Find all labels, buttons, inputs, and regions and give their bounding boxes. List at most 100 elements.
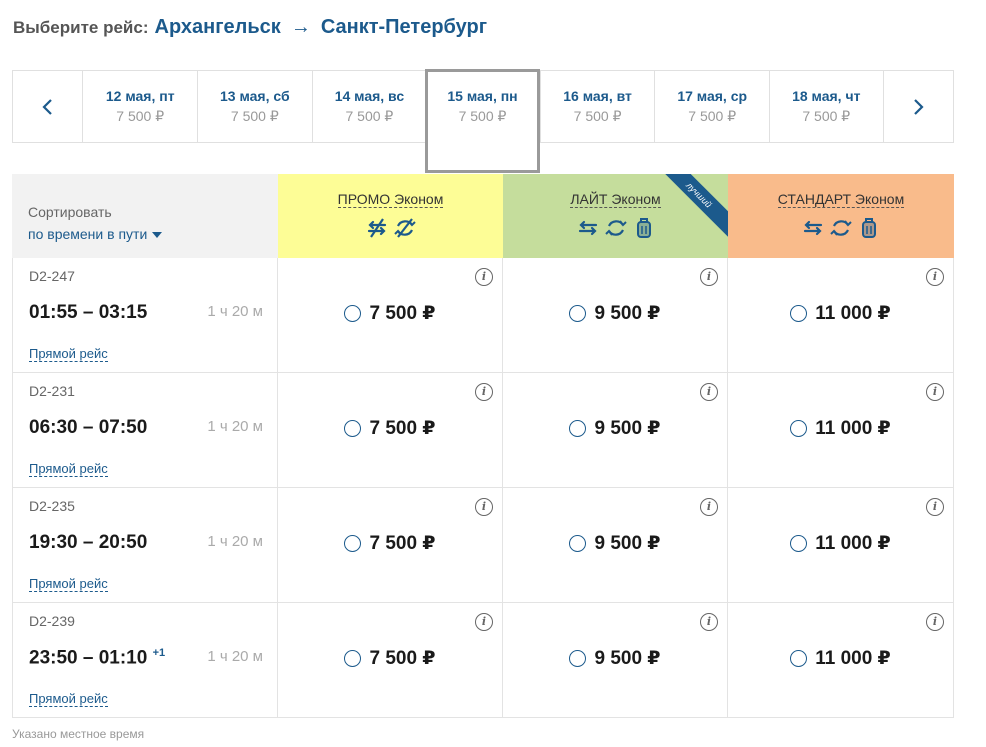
radio-button[interactable] [344,535,362,552]
origin-city: Архангельск [154,16,281,38]
date-option[interactable]: 18 мая, чт 7 500 ₽ [768,71,884,142]
date-label: 18 мая, чт [792,88,861,104]
fare-option[interactable]: 11 000 ₽ [728,647,953,670]
flight-duration: 1 ч 20 м [207,418,263,435]
flight-time: 23:50 – 01:10 +1 [29,647,165,669]
fare-price-cell[interactable]: i 9 500 ₽ [503,258,728,373]
fare-price: 7 500 ₽ [369,648,436,669]
refund-icon [604,220,627,236]
date-option[interactable]: 13 мая, сб 7 500 ₽ [197,71,312,142]
fare-price-cell[interactable]: i 11 000 ₽ [728,603,954,718]
fare-price: 9 500 ₽ [594,533,661,554]
radio-button[interactable] [569,650,587,667]
fare-option[interactable]: 7 500 ₽ [278,302,502,325]
radio-button[interactable] [569,305,587,322]
info-icon[interactable]: i [926,498,944,516]
fare-price: 11 000 ₽ [815,303,891,324]
footnote: Указано местное время [12,727,145,741]
direct-flight-link[interactable]: Прямой рейс [29,461,108,477]
date-option[interactable]: 12 мая, пт 7 500 ₽ [82,71,197,142]
fare-option[interactable]: 11 000 ₽ [728,417,953,440]
fare-option[interactable]: 9 500 ₽ [503,417,727,440]
flight-number: D2-235 [29,498,75,514]
fare-price-cell[interactable]: i 9 500 ₽ [503,373,728,488]
fare-price-cell[interactable]: i 11 000 ₽ [728,258,954,373]
fare-price-cell[interactable]: i 11 000 ₽ [728,488,954,603]
caret-down-icon [152,232,163,239]
fare-price: 9 500 ₽ [594,648,661,669]
radio-button[interactable] [569,420,587,437]
fare-option[interactable]: 11 000 ₽ [728,302,953,325]
fare-price-cell[interactable]: i 7 500 ₽ [278,603,503,718]
date-option[interactable]: 16 мая, вт 7 500 ₽ [539,71,655,142]
flight-info: D2-247 01:55 – 03:15 1 ч 20 м Прямой рейс [12,258,278,373]
flight-time-range: 19:30 – 20:50 [29,532,148,553]
radio-button[interactable] [344,305,362,322]
flight-duration: 1 ч 20 м [207,303,263,320]
radio-button[interactable] [790,420,808,437]
fare-price-cell[interactable]: i 9 500 ₽ [503,603,728,718]
date-option[interactable]: 17 мая, ср 7 500 ₽ [654,71,769,142]
flight-time-range: 23:50 – 01:10 [29,647,148,669]
date-price: 7 500 ₽ [688,108,737,124]
next-dates-button[interactable] [884,71,953,142]
direct-flight-link[interactable]: Прямой рейс [29,691,108,707]
date-label: 13 мая, сб [220,88,290,104]
info-icon[interactable]: i [926,268,944,286]
date-label: 17 мая, ср [677,88,748,104]
prev-dates-button[interactable] [13,71,82,142]
date-label: 12 мая, пт [105,88,175,104]
info-icon[interactable]: i [700,613,718,631]
radio-button[interactable] [790,650,808,667]
radio-button[interactable] [790,535,808,552]
info-icon[interactable]: i [926,383,944,401]
date-label: 16 мая, вт [563,88,632,104]
baggage-icon [862,218,876,238]
flight-row: D2-247 01:55 – 03:15 1 ч 20 м Прямой рейс i 7… [12,258,954,373]
fare-option[interactable]: 7 500 ₽ [278,647,502,670]
fare-option[interactable]: 9 500 ₽ [503,647,727,670]
flight-time-range: 06:30 – 07:50 [29,417,148,438]
direct-flight-link[interactable]: Прямой рейс [29,576,108,592]
fare-price: 7 500 ₽ [369,533,436,554]
info-icon[interactable]: i [475,613,493,631]
info-icon[interactable]: i [475,498,493,516]
fare-option[interactable]: 9 500 ₽ [503,532,727,555]
route-arrow: → [290,16,311,38]
fare-price-cell[interactable]: i 9 500 ₽ [503,488,728,603]
fare-price-cell[interactable]: i 7 500 ₽ [278,488,503,603]
fare-name-link[interactable]: ЛАЙТ Эконом [570,191,661,208]
info-icon[interactable]: i [926,613,944,631]
date-option[interactable]: 15 мая, пн 7 500 ₽ [425,69,540,173]
flight-row: D2-231 06:30 – 07:50 1 ч 20 м Прямой рейс i 7… [12,373,954,488]
fare-name-link[interactable]: ПРОМО Эконом [337,191,444,208]
sort-dropdown[interactable]: по времени в пути [28,226,163,242]
flight-time-range: 01:55 – 03:15 [29,302,148,323]
date-price: 7 500 ₽ [230,108,279,124]
fare-price-cell[interactable]: i 7 500 ₽ [278,258,503,373]
info-icon[interactable]: i [475,383,493,401]
radio-button[interactable] [569,535,587,552]
info-icon[interactable]: i [700,268,718,286]
fare-grid: Сортировать по времени в пути ПРОМО Экон… [12,174,954,718]
fare-price-cell[interactable]: i 11 000 ₽ [728,373,954,488]
date-option[interactable]: 14 мая, вс 7 500 ₽ [311,71,427,142]
date-price: 7 500 ₽ [573,108,622,124]
info-icon[interactable]: i [475,268,493,286]
fare-option[interactable]: 11 000 ₽ [728,532,953,555]
fare-option[interactable]: 9 500 ₽ [503,302,727,325]
fare-option[interactable]: 7 500 ₽ [278,417,502,440]
destination-city: Санкт-Петербург [320,16,488,38]
date-price: 7 500 ₽ [458,108,507,124]
fare-price-cell[interactable]: i 7 500 ₽ [278,373,503,488]
fare-name-link[interactable]: СТАНДАРТ Эконом [777,191,905,208]
info-icon[interactable]: i [700,383,718,401]
radio-button[interactable] [344,650,362,667]
radio-button[interactable] [790,305,808,322]
direct-flight-link[interactable]: Прямой рейс [29,346,108,362]
fare-price: 11 000 ₽ [815,648,891,669]
info-icon[interactable]: i [700,498,718,516]
radio-button[interactable] [344,420,362,437]
flight-row: D2-235 19:30 – 20:50 1 ч 20 м Прямой рейс i 7… [12,488,954,603]
fare-option[interactable]: 7 500 ₽ [278,532,502,555]
